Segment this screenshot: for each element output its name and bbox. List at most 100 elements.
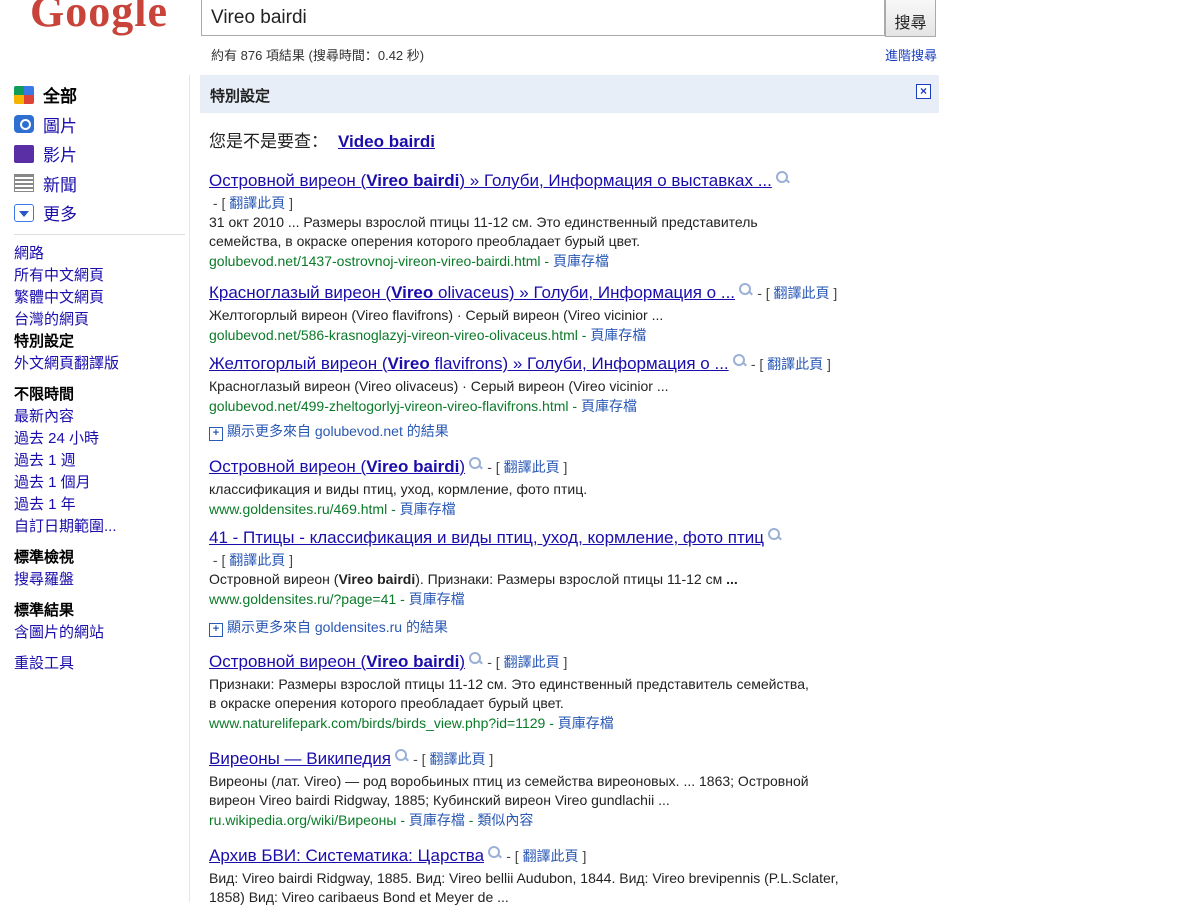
more-results-link[interactable]: + 顯示更多來自 goldensites.ru 的結果 — [209, 617, 448, 637]
did-you-mean: 您是不是要查： Video bairdi — [209, 127, 435, 152]
cache-link[interactable]: 頁庫存檔 — [581, 398, 637, 414]
filter-special[interactable]: 特別設定 — [14, 331, 189, 353]
view-filter: 標準檢視 搜尋羅盤 — [14, 547, 189, 591]
magnifier-icon[interactable] — [469, 652, 483, 666]
magnifier-icon[interactable] — [767, 528, 782, 542]
time-24h[interactable]: 過去 24 小時 — [14, 428, 189, 450]
search-button[interactable]: 搜尋 — [885, 0, 936, 37]
cache-link[interactable]: 頁庫存檔 — [400, 501, 456, 517]
view-wonder-wheel[interactable]: 搜尋羅盤 — [14, 569, 189, 591]
result-url: golubevod.net/1437-ostrovnoj-vireon-vire… — [209, 253, 609, 269]
filter-traditional-chinese[interactable]: 繁體中文網頁 — [14, 287, 189, 309]
time-latest[interactable]: 最新內容 — [14, 406, 189, 428]
cache-link[interactable]: 頁庫存檔 — [553, 253, 609, 269]
cache-link[interactable]: 頁庫存檔 — [409, 812, 465, 828]
time-filter: 不限時間 最新內容 過去 24 小時 過去 1 週 過去 1 個月 過去 1 年… — [14, 384, 189, 538]
sidebar-border — [189, 75, 190, 902]
magnifier-icon[interactable] — [732, 354, 747, 368]
cache-link[interactable]: 頁庫存檔 — [558, 715, 614, 731]
magnifier-icon[interactable] — [775, 171, 790, 185]
result-title[interactable]: Островной виреон (Vireo bairdi) — [209, 457, 465, 476]
time-week[interactable]: 過去 1 週 — [14, 450, 189, 472]
translate-link[interactable]: 翻譯此頁 — [504, 459, 560, 475]
search-result: 41 - Птицы - классификация и виды птиц, … — [209, 528, 889, 609]
result-snippet: Желтогорлый виреон (Vireo flavifrons) · … — [209, 307, 664, 323]
special-settings-label: 特別設定 — [210, 88, 271, 105]
translate-link[interactable]: 翻譯此頁 — [504, 654, 560, 670]
nav-item-videos[interactable]: 影片 — [14, 139, 189, 169]
time-header[interactable]: 不限時間 — [14, 384, 189, 406]
reset-tools-link[interactable]: 重設工具 — [14, 653, 189, 675]
result-header[interactable]: 標準結果 — [14, 600, 189, 622]
filter-all-chinese[interactable]: 所有中文網頁 — [14, 265, 189, 287]
time-month[interactable]: 過去 1 個月 — [14, 472, 189, 494]
dropdown-icon — [14, 203, 34, 222]
nav-item-more[interactable]: 更多 — [14, 198, 189, 228]
nav-label: 更多 — [43, 205, 77, 225]
result-snippet: Островной виреон (Vireo bairdi). Признак… — [209, 571, 738, 587]
filter-translated[interactable]: 外文網頁翻譯版 — [14, 353, 189, 375]
result-title[interactable]: Островной виреон (Vireo bairdi) — [209, 652, 465, 671]
close-icon[interactable]: × — [916, 84, 931, 99]
nav-label: 影片 — [43, 146, 77, 166]
result-url: ru.wikipedia.org/wiki/Виреоны - 頁庫存檔 - 類… — [209, 812, 534, 828]
suggestion-link[interactable]: Video bairdi — [338, 132, 435, 151]
nav-label: 新聞 — [43, 175, 77, 195]
nav-item-news[interactable]: 新聞 — [14, 169, 189, 199]
search-result: Архив БВИ: Систематика: Царства - [ 翻譯此頁… — [209, 846, 889, 907]
search-result: Желтогорлый виреон (Vireo flavifrons) » … — [209, 354, 929, 416]
camera-icon — [14, 115, 34, 134]
result-snippet: Красноглазый виреон (Vireo olivaceus) · … — [209, 378, 669, 394]
translate-link[interactable]: 翻譯此頁 — [774, 285, 830, 301]
google-logo[interactable]: Google — [18, 0, 168, 38]
nav-label: 圖片 — [43, 116, 77, 136]
result-snippet: Виреоны (лат. Vireo) — род воробьиных пт… — [209, 773, 809, 808]
search-result: Островной виреон (Vireo bairdi) - [ 翻譯此頁… — [209, 652, 889, 733]
time-custom[interactable]: 自訂日期範圍... — [14, 516, 189, 538]
result-snippet: Признаки: Размеры взрослой птицы 11-12 с… — [209, 676, 809, 711]
nav-item-images[interactable]: 圖片 — [14, 110, 189, 140]
special-settings-bar: 特別設定 × — [200, 75, 939, 113]
did-you-mean-prefix: 您是不是要查： — [209, 132, 328, 151]
magnifier-icon[interactable] — [394, 749, 409, 763]
result-title[interactable]: 41 - Птицы - классификация и виды птиц, … — [209, 528, 764, 547]
plus-icon: + — [209, 427, 223, 441]
search-result: Виреоны — Википедия - [ 翻譯此頁 ] Виреоны (… — [209, 749, 889, 830]
translate-link[interactable]: 翻譯此頁 — [767, 356, 823, 372]
result-title[interactable]: Архив БВИ: Систематика: Царства — [209, 846, 484, 865]
time-year[interactable]: 過去 1 年 — [14, 494, 189, 516]
logo-text: Google — [30, 0, 168, 36]
similar-link[interactable]: 類似內容 — [477, 812, 533, 828]
sidebar-divider — [14, 234, 185, 235]
result-url: www.goldensites.ru/?page=41 - 頁庫存檔 — [209, 591, 465, 607]
result-filter: 標準結果 含圖片的網站 — [14, 600, 189, 644]
result-url: www.naturelifepark.com/birds/birds_view.… — [209, 715, 614, 731]
result-url: golubevod.net/499-zheltogorlyj-vireon-vi… — [209, 398, 637, 414]
filter-taiwan[interactable]: 台灣的網頁 — [14, 309, 189, 331]
translate-link[interactable]: 翻譯此頁 — [429, 751, 485, 767]
translate-link[interactable]: 翻譯此頁 — [229, 552, 285, 568]
result-title[interactable]: Островной виреон (Vireo bairdi) » Голуби… — [209, 171, 772, 190]
result-images[interactable]: 含圖片的網站 — [14, 622, 189, 644]
cache-link[interactable]: 頁庫存檔 — [590, 327, 646, 343]
search-result: Островной виреон (Vireo bairdi) - [ 翻譯此頁… — [209, 457, 889, 519]
search-input[interactable]: Vireo bairdi — [201, 0, 885, 36]
reset-tools: 重設工具 — [14, 653, 189, 675]
nav-item-all[interactable]: 全部 — [14, 80, 189, 110]
result-stats: 約有 876 項結果 (搜尋時間：0.42 秒) — [211, 48, 425, 63]
magnifier-icon[interactable] — [469, 457, 483, 471]
magnifier-icon[interactable] — [488, 846, 502, 860]
filter-web[interactable]: 網路 — [14, 243, 189, 265]
news-icon — [14, 174, 34, 193]
magnifier-icon[interactable] — [739, 283, 753, 297]
translate-link[interactable]: 翻譯此頁 — [523, 848, 579, 864]
cache-link[interactable]: 頁庫存檔 — [409, 591, 465, 607]
result-url: www.goldensites.ru/469.html - 頁庫存檔 — [209, 501, 456, 517]
translate-link[interactable]: 翻譯此頁 — [229, 195, 285, 211]
view-header[interactable]: 標準檢視 — [14, 547, 189, 569]
more-results-link[interactable]: + 顯示更多來自 golubevod.net 的結果 — [209, 421, 449, 441]
advanced-search-link[interactable]: 進階搜尋 — [885, 45, 937, 64]
result-title[interactable]: Виреоны — Википедия — [209, 749, 391, 768]
result-title[interactable]: Желтогорлый виреон (Vireo flavifrons) » … — [209, 354, 729, 373]
result-title[interactable]: Красноглазый виреон (Vireo olivaceus) » … — [209, 283, 735, 302]
